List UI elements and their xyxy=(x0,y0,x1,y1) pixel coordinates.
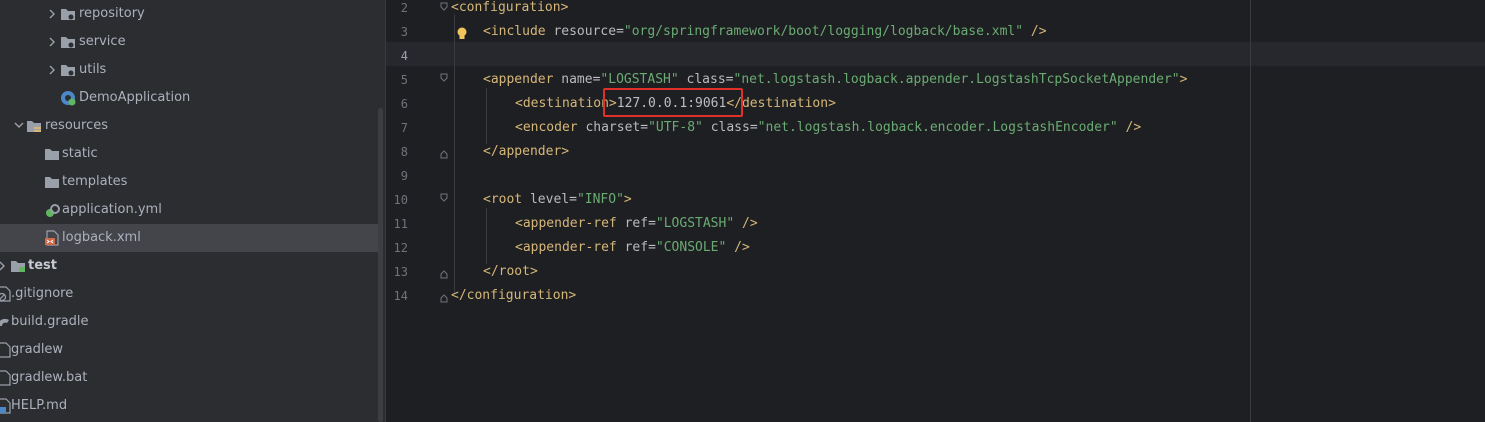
xml-file-icon xyxy=(44,230,60,246)
line-number-gutter: 2 3 4 5 6 7 8 9 10 11 12 13 14 xyxy=(386,0,436,422)
tree-item-application-yml[interactable]: application.yml xyxy=(0,196,380,224)
tree-item-demoapplication[interactable]: DemoApplication xyxy=(0,84,380,112)
tree-item-utils[interactable]: utils xyxy=(0,56,380,84)
code-line-14: </configuration> xyxy=(451,288,577,303)
folder-package-icon xyxy=(60,34,76,50)
line-number: 13 xyxy=(393,265,408,279)
tree-item-gradlew[interactable]: gradlew xyxy=(0,336,380,364)
tree-item-label: application.yml xyxy=(62,202,162,217)
line-number: 12 xyxy=(393,241,408,255)
code-line-13: </root> xyxy=(483,264,538,279)
tree-item-gradlew-bat[interactable]: gradlew.bat xyxy=(0,364,380,392)
tree-item-label: resources xyxy=(45,118,109,133)
chevron-right-icon[interactable] xyxy=(46,56,58,84)
tree-item-label: service xyxy=(79,34,126,49)
tree-item-label: test xyxy=(28,258,57,273)
tree-item-label: gradlew.bat xyxy=(11,370,88,385)
folder-icon xyxy=(44,174,60,190)
chevron-right-icon[interactable] xyxy=(46,28,58,56)
line-number: 9 xyxy=(400,169,408,183)
annotation-highlight-box xyxy=(603,88,743,117)
tree-item-label: utils xyxy=(79,62,107,77)
line-number: 7 xyxy=(400,121,408,135)
tree-item-label: HELP.md xyxy=(11,398,68,413)
test-folder-icon xyxy=(10,258,26,274)
chevron-right-icon[interactable] xyxy=(0,252,8,280)
line-number: 11 xyxy=(393,217,408,231)
code-line-7: <encoder charset="UTF-8" class="net.logs… xyxy=(515,120,1142,135)
tree-item-label: DemoApplication xyxy=(79,90,191,105)
line-number: 5 xyxy=(400,73,408,87)
project-tree: repository service utils DemoApplication… xyxy=(0,0,385,422)
tree-item-test[interactable]: test xyxy=(0,252,380,280)
line-number: 6 xyxy=(400,97,408,111)
right-margin-guide xyxy=(1250,0,1251,422)
indent-guide xyxy=(486,88,487,144)
tree-item-label: templates xyxy=(62,174,128,189)
code-line-12: <appender-ref ref="CONSOLE" /> xyxy=(515,240,750,255)
line-number: 8 xyxy=(400,145,408,159)
code-line-3: <include resource="org/springframework/b… xyxy=(483,24,1047,39)
tree-item-label: gradlew xyxy=(11,342,64,357)
code-line-8: </appender> xyxy=(483,144,570,159)
tree-item-templates[interactable]: templates xyxy=(0,168,380,196)
indent-guide xyxy=(454,14,455,294)
spring-yaml-icon xyxy=(44,202,60,218)
code-line-5: <appender name="LOGSTASH" class="net.log… xyxy=(483,72,1188,87)
line-number: 14 xyxy=(393,289,408,303)
folder-package-icon xyxy=(60,62,76,78)
tree-item-build-gradle[interactable]: build.gradle xyxy=(0,308,380,336)
tree-item-resources[interactable]: resources xyxy=(0,112,380,140)
indent-guide xyxy=(486,208,487,264)
chevron-down-icon[interactable] xyxy=(12,112,24,140)
chevron-right-icon[interactable] xyxy=(46,0,58,28)
tree-scrollbar[interactable] xyxy=(378,108,383,422)
code-line-10: <root level="INFO"> xyxy=(483,192,632,207)
tree-item-gitignore[interactable]: .gitignore xyxy=(0,280,380,308)
tree-item-label: static xyxy=(62,146,98,161)
resources-folder-icon xyxy=(26,118,42,134)
folder-package-icon xyxy=(60,6,76,22)
tree-item-repository[interactable]: repository xyxy=(0,0,380,28)
tree-item-label: logback.xml xyxy=(62,230,141,245)
line-number: 3 xyxy=(400,25,408,39)
tree-item-label: .gitignore xyxy=(11,286,74,301)
tree-item-label: build.gradle xyxy=(11,314,89,329)
tree-item-label: repository xyxy=(79,6,145,21)
tree-item-static[interactable]: static xyxy=(0,140,380,168)
current-line-highlight xyxy=(386,42,1485,66)
line-number: 2 xyxy=(400,1,408,15)
line-number-current: 4 xyxy=(400,49,408,63)
folder-icon xyxy=(44,146,60,162)
tree-item-logback-xml[interactable]: logback.xml xyxy=(0,224,380,252)
tree-item-service[interactable]: service xyxy=(0,28,380,56)
lightbulb-icon[interactable] xyxy=(456,27,468,41)
code-editor[interactable]: 2 3 4 5 6 7 8 9 10 11 12 13 14 <configur… xyxy=(385,0,1485,422)
fold-markers[interactable] xyxy=(439,0,449,310)
tree-item-help-md[interactable]: HELP.md xyxy=(0,392,380,420)
line-number: 10 xyxy=(393,193,408,207)
code-line-2: <configuration> xyxy=(451,0,569,15)
code-line-11: <appender-ref ref="LOGSTASH" /> xyxy=(515,216,758,231)
spring-class-icon xyxy=(60,90,76,106)
